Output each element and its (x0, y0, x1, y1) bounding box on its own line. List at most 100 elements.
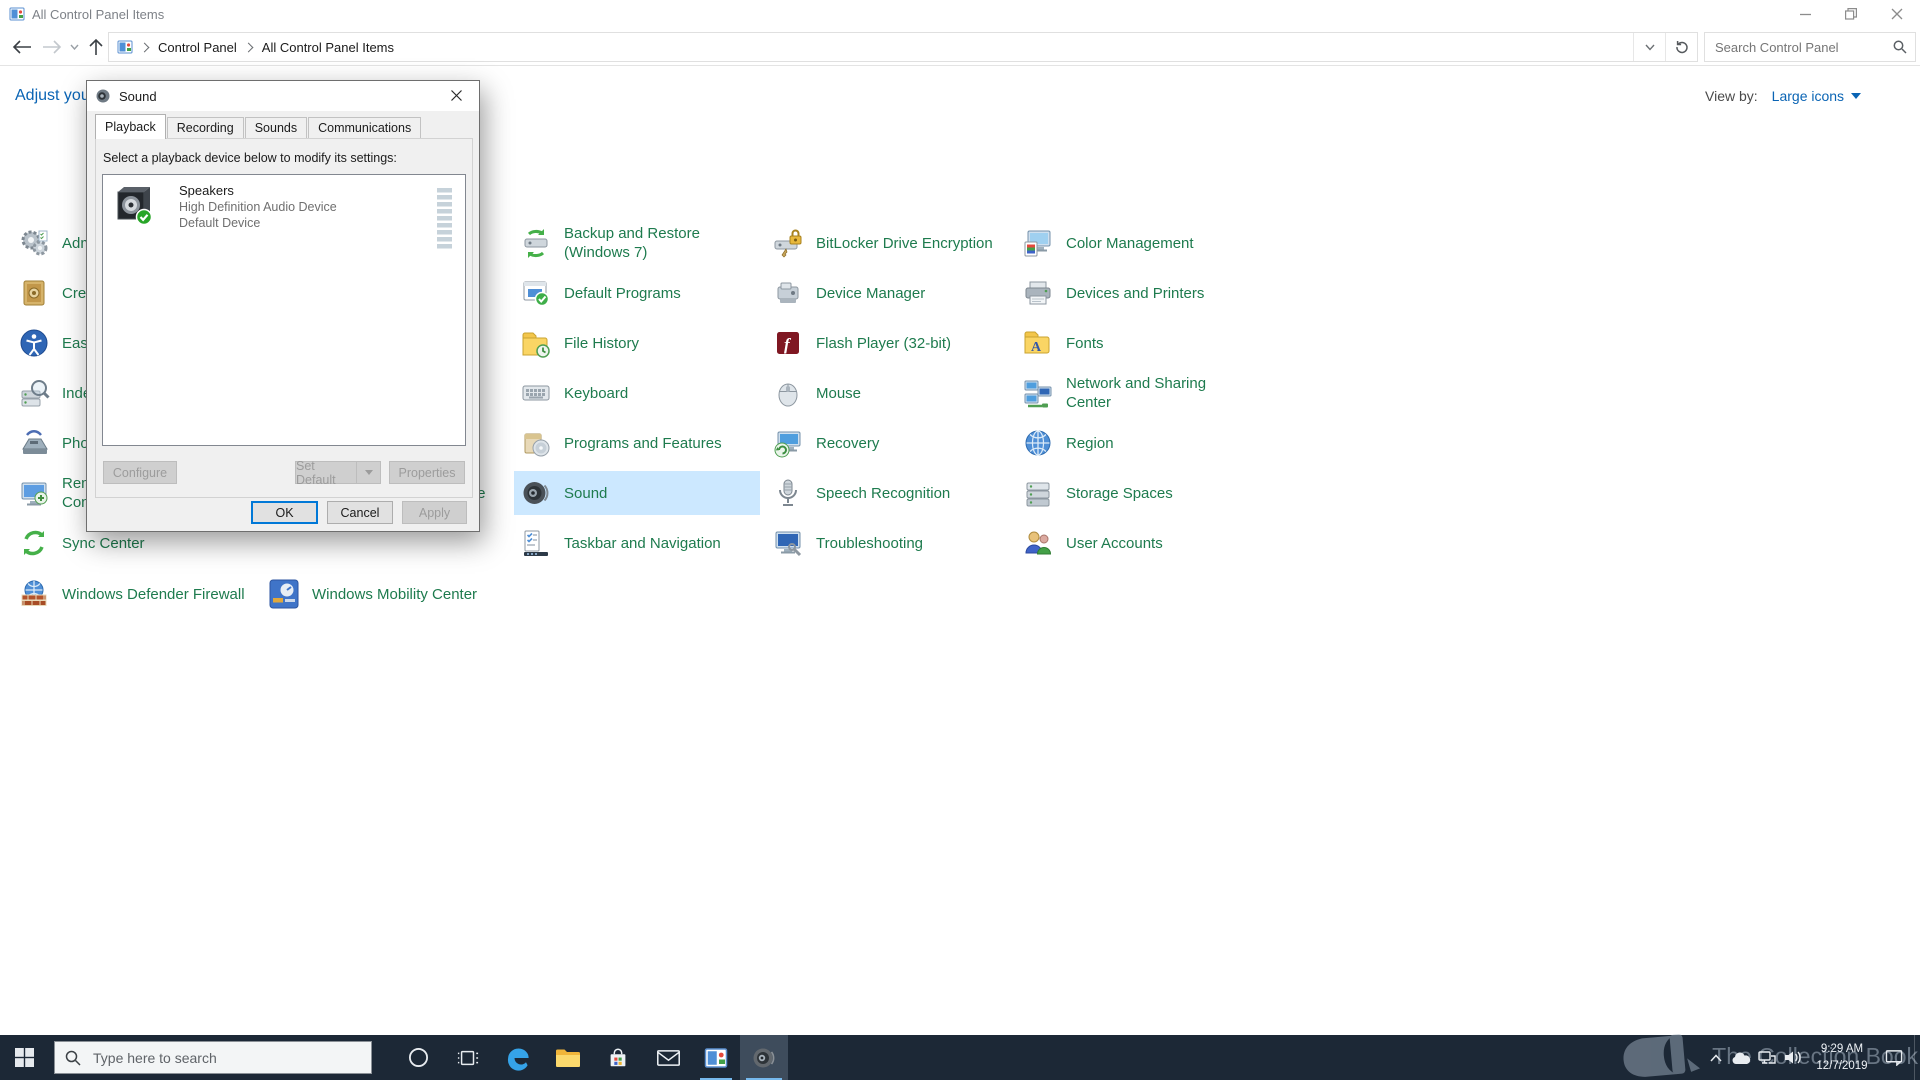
taskbar-search-box[interactable] (54, 1041, 372, 1074)
device-status: Default Device (179, 216, 337, 230)
sound-icon (520, 477, 552, 509)
cp-item-label: Troubleshooting (816, 534, 923, 553)
show-desktop-button[interactable] (1914, 1035, 1920, 1080)
cloud-icon (1732, 1051, 1751, 1065)
cp-item-flash-player-32-bit[interactable]: fFlash Player (32-bit) (766, 321, 1012, 365)
restore-button[interactable] (1828, 0, 1874, 28)
search-input[interactable] (1713, 39, 1893, 56)
onedrive-tray-button[interactable] (1728, 1035, 1754, 1080)
breadcrumb-control-panel[interactable]: Control Panel (158, 40, 237, 55)
color-management-icon (1022, 227, 1054, 259)
cp-item-mouse[interactable]: Mouse (766, 371, 1012, 415)
edge-button[interactable] (496, 1035, 540, 1080)
task-view-button[interactable] (446, 1035, 490, 1080)
tray-chevron-button[interactable] (1704, 1035, 1728, 1080)
storage-spaces-icon (1022, 477, 1054, 509)
cp-item-speech-recognition[interactable]: Speech Recognition (766, 471, 1012, 515)
cp-item-label: Fonts (1066, 334, 1104, 353)
cp-item-windows-mobility-center[interactable]: Windows Mobility Center (262, 572, 508, 616)
cp-item-device-manager[interactable]: Device Manager (766, 271, 1012, 315)
configure-button[interactable]: Configure (103, 461, 177, 484)
address-bar[interactable]: Control Panel All Control Panel Items (108, 32, 1698, 62)
cp-item-backup-and-restore-windows-7[interactable]: Backup and Restore (Windows 7) (514, 221, 760, 265)
cp-item-region[interactable]: Region (1016, 421, 1262, 465)
cp-item-label: Mouse (816, 384, 861, 403)
cp-item-label: Region (1066, 434, 1114, 453)
mail-button[interactable] (646, 1035, 690, 1080)
credential-manager-icon (18, 277, 50, 309)
address-dropdown-chevron[interactable] (1633, 33, 1665, 61)
back-button[interactable] (10, 35, 34, 59)
breadcrumb-current[interactable]: All Control Panel Items (262, 40, 394, 55)
cp-item-taskbar-and-navigation[interactable]: Taskbar and Navigation (514, 521, 760, 565)
cp-item-bitlocker-drive-encryption[interactable]: BitLocker Drive Encryption (766, 221, 1012, 265)
sound-dialog-tabs: PlaybackRecordingSoundsCommunications (95, 114, 422, 138)
device-speakers-item[interactable]: Speakers High Definition Audio Device De… (107, 181, 461, 245)
devices-printers-icon (1022, 277, 1054, 309)
cancel-button[interactable]: Cancel (327, 501, 393, 524)
cp-item-programs-and-features[interactable]: Programs and Features (514, 421, 760, 465)
edge-icon (505, 1045, 531, 1071)
cp-item-label: Taskbar and Navigation (564, 534, 721, 553)
store-button[interactable] (596, 1035, 640, 1080)
start-button[interactable] (0, 1035, 48, 1080)
forward-button[interactable] (40, 35, 64, 59)
cp-item-label: Storage Spaces (1066, 484, 1173, 503)
close-button[interactable] (1874, 0, 1920, 28)
volume-tray-button[interactable] (1780, 1035, 1806, 1080)
cortana-button[interactable] (396, 1035, 440, 1080)
sound-taskbar-button[interactable] (740, 1035, 788, 1080)
refresh-button[interactable] (1665, 33, 1697, 61)
tab-sounds[interactable]: Sounds (245, 117, 307, 138)
control-panel-taskbar-button[interactable] (694, 1035, 738, 1080)
cp-item-windows-defender-firewall[interactable]: Windows Defender Firewall (12, 572, 258, 616)
cp-item-devices-and-printers[interactable]: Devices and Printers (1016, 271, 1262, 315)
cp-item-default-programs[interactable]: Default Programs (514, 271, 760, 315)
cp-item-label: Device Manager (816, 284, 925, 303)
clock-date: 12/7/2019 (1816, 1058, 1867, 1074)
properties-button[interactable]: Properties (389, 461, 465, 484)
playback-device-list[interactable]: Speakers High Definition Audio Device De… (102, 174, 466, 446)
cp-item-troubleshooting[interactable]: Troubleshooting (766, 521, 1012, 565)
taskbar-search-input[interactable] (91, 1049, 361, 1067)
network-tray-button[interactable] (1754, 1035, 1780, 1080)
device-description: High Definition Audio Device (179, 200, 337, 214)
cp-item-fonts[interactable]: A Fonts (1016, 321, 1262, 365)
tab-recording[interactable]: Recording (167, 117, 244, 138)
set-default-button[interactable]: Set Default (295, 461, 357, 484)
cp-item-network-and-sharing-center[interactable]: Network and Sharing Center (1016, 371, 1262, 415)
control-panel-window-icon (9, 6, 25, 22)
up-button[interactable] (84, 35, 108, 59)
mouse-icon (772, 377, 804, 409)
ok-button[interactable]: OK (251, 501, 318, 524)
file-explorer-button[interactable] (546, 1035, 590, 1080)
recovery-icon (772, 427, 804, 459)
speakers-device-icon (111, 183, 157, 229)
cp-item-file-history[interactable]: File History (514, 321, 760, 365)
cp-item-sound[interactable]: Sound (514, 471, 760, 515)
playback-instruction: Select a playback device below to modify… (103, 151, 397, 165)
cp-item-color-management[interactable]: Color Management (1016, 221, 1262, 265)
clock[interactable]: 9:29 AM 12/7/2019 (1806, 1035, 1878, 1080)
taskbar: The Collection Book 9:29 AM 12/7/2019 (0, 1035, 1920, 1080)
ease-of-access-icon (18, 327, 50, 359)
cp-item-user-accounts[interactable]: User Accounts (1016, 521, 1262, 565)
apply-button[interactable]: Apply (402, 501, 467, 524)
recent-pages-chevron[interactable] (66, 35, 82, 59)
cp-item-storage-spaces[interactable]: Storage Spaces (1016, 471, 1262, 515)
search-box[interactable] (1704, 32, 1916, 62)
cp-item-label: Keyboard (564, 384, 628, 403)
sound-dialog: Sound PlaybackRecordingSoundsCommunicati… (86, 80, 480, 532)
cp-item-label: Speech Recognition (816, 484, 950, 503)
cp-item-recovery[interactable]: Recovery (766, 421, 1012, 465)
cp-item-keyboard[interactable]: Keyboard (514, 371, 760, 415)
action-center-button[interactable] (1878, 1035, 1910, 1080)
tab-playback[interactable]: Playback (95, 114, 166, 139)
control-panel-icon (704, 1046, 728, 1070)
svg-text:A: A (1031, 340, 1042, 355)
set-default-dropdown-button[interactable] (356, 461, 381, 484)
minimize-button[interactable] (1782, 0, 1828, 28)
bitlocker-icon (772, 227, 804, 259)
dialog-close-button[interactable] (434, 81, 479, 110)
tab-communications[interactable]: Communications (308, 117, 421, 138)
